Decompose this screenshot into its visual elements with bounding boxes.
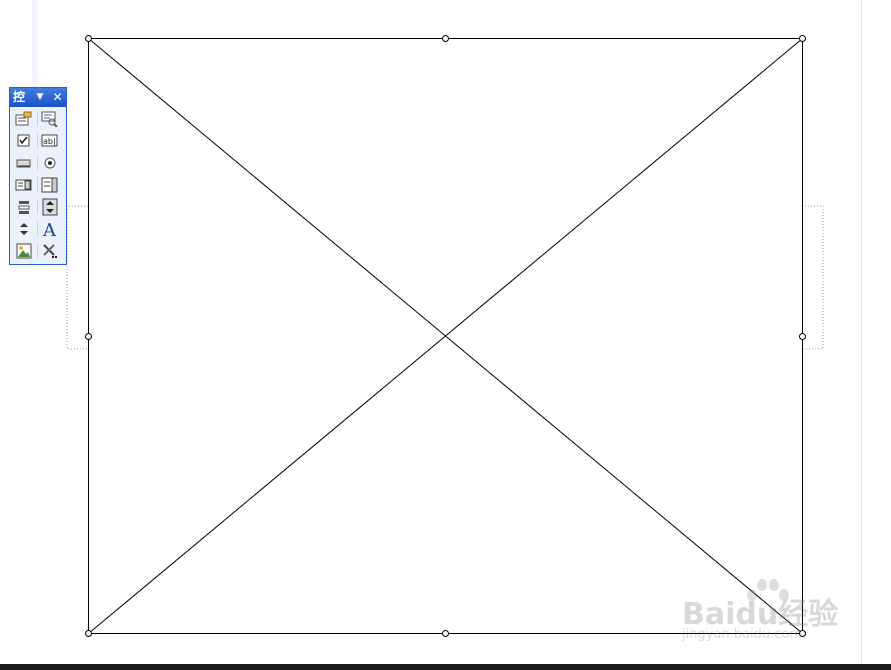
toolbox-row-6: A [12, 218, 64, 239]
textbox-icon: ab| [41, 134, 58, 146]
scrollbar-button[interactable] [14, 197, 34, 216]
right-anchor-bracket [802, 205, 824, 350]
scrollbar-icon [18, 200, 30, 214]
image-icon [16, 243, 32, 258]
listbox-icon [15, 179, 32, 190]
properties-icon [15, 111, 32, 125]
spin-small-button[interactable] [14, 219, 34, 238]
toolbox-row-1 [12, 108, 64, 129]
checkbox-button[interactable] [14, 131, 34, 150]
resize-handle-top[interactable] [442, 35, 449, 42]
toolbox-title: 控 [13, 90, 26, 104]
image-button[interactable] [14, 241, 34, 260]
control-toolbox[interactable]: 控 ▼ ✕ ab| A [9, 87, 67, 265]
left-anchor-bracket [66, 205, 88, 350]
spin-button-tool[interactable] [40, 197, 60, 216]
listbox-button[interactable] [14, 175, 34, 194]
textbox-button[interactable]: ab| [40, 131, 60, 150]
watermark: Baidu经验 jingyan.baidu.com [680, 575, 850, 655]
spin-button-icon [42, 198, 58, 215]
more-controls-button[interactable] [40, 241, 60, 260]
option-button-tool[interactable] [40, 153, 60, 172]
spin-small-icon [20, 222, 28, 235]
command-button-icon [16, 159, 31, 167]
toolbox-row-2: ab| [12, 130, 64, 151]
option-button-icon [44, 157, 56, 168]
toolbox-row-7 [12, 240, 64, 261]
toolbox-row-3 [12, 152, 64, 173]
toolbox-row-4 [12, 174, 64, 195]
resize-handle-top-right[interactable] [799, 35, 806, 42]
resize-handle-top-left[interactable] [85, 35, 92, 42]
resize-handle-left[interactable] [85, 333, 92, 340]
checkbox-icon [17, 134, 30, 146]
document-page: Baidu经验 jingyan.baidu.com 控 ▼ ✕ ab| A [0, 0, 891, 670]
drawing-canvas [66, 35, 824, 637]
textbox-glyph: ab| [43, 137, 56, 146]
properties-button[interactable] [14, 109, 34, 128]
label-icon: A [42, 220, 57, 238]
toolbox-row-5 [12, 196, 64, 217]
combobox-button[interactable] [40, 175, 60, 194]
resize-handle-bottom[interactable] [442, 630, 449, 637]
toolbox-options-icon[interactable]: ▼ [34, 88, 46, 107]
close-icon[interactable]: ✕ [51, 88, 64, 107]
toolbox-titlebar[interactable]: 控 ▼ ✕ [10, 88, 66, 107]
watermark-url: jingyan.baidu.com [682, 627, 802, 642]
combobox-icon [41, 177, 58, 192]
label-button[interactable]: A [40, 219, 60, 238]
view-code-icon [41, 111, 58, 127]
view-code-button[interactable] [40, 109, 60, 128]
bottom-status-border [0, 664, 891, 670]
resize-handle-bottom-left[interactable] [85, 630, 92, 637]
label-glyph: A [42, 220, 57, 238]
resize-handle-right[interactable] [799, 333, 806, 340]
command-button-tool[interactable] [14, 153, 34, 172]
more-controls-icon [43, 243, 57, 258]
